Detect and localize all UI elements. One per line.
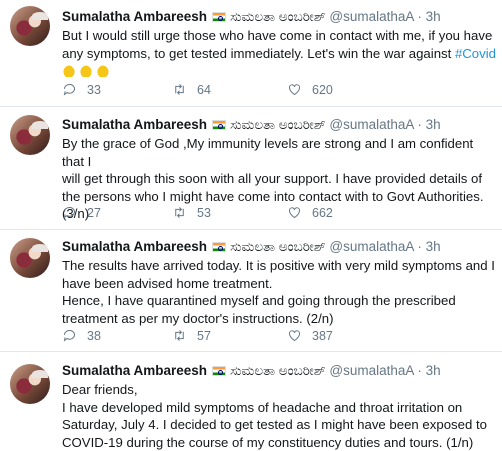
author-name[interactable]: Sumalatha Ambareesh (62, 363, 207, 378)
tweet[interactable]: Sumalatha Ambareesh ಸುಮಲತಾ ಅಂಬರೀಶ್ @sumal… (0, 0, 502, 107)
avatar[interactable] (10, 115, 50, 155)
tweet-header: Sumalatha Ambareesh ಸುಮಲತಾ ಅಂಬರೀಶ್ @sumal… (62, 117, 441, 133)
tweet-header: Sumalatha Ambareesh ಸುಮಲತಾ ಅಂಬರೀಶ್ @sumal… (62, 363, 441, 379)
retweet-button[interactable]: 64 (172, 82, 211, 97)
reply-icon (62, 82, 77, 97)
tweet-header: Sumalatha Ambareesh ಸುಮಲತಾ ಅಂಬರೀಶ್ @sumal… (62, 239, 441, 255)
separator: · (417, 363, 422, 378)
text-line: Dear friends, (62, 381, 496, 399)
tweet-text: The results have arrived today. It is po… (62, 257, 496, 327)
author-name-kannada: ಸುಮಲತಾ ಅಂಬರೀಶ್ (230, 117, 326, 132)
reply-button[interactable]: 33 (62, 82, 101, 97)
heart-icon (287, 328, 302, 343)
avatar[interactable] (10, 238, 50, 278)
tweet[interactable]: Sumalatha Ambareesh ಸುಮಲತಾ ಅಂಬರೀಶ್ @sumal… (0, 230, 502, 352)
retweet-count: 64 (197, 83, 211, 97)
timestamp[interactable]: 3h (426, 239, 441, 254)
author-name[interactable]: Sumalatha Ambareesh (62, 239, 207, 254)
author-name[interactable]: Sumalatha Ambareesh (62, 9, 207, 24)
heart-icon (287, 205, 302, 220)
retweet-icon (172, 82, 187, 97)
reply-count: 27 (87, 206, 101, 220)
tweet-actions: 33 64 620 (62, 82, 362, 100)
like-button[interactable]: 387 (287, 328, 333, 343)
tweet[interactable]: Sumalatha Ambareesh ಸುಮಲತಾ ಅಂಬರೀಶ್ @sumal… (0, 107, 502, 230)
text-line: I have developed mild symptoms of headac… (62, 399, 496, 417)
separator: · (417, 117, 422, 132)
like-button[interactable]: 620 (287, 82, 333, 97)
author-name-kannada: ಸುಮಲತಾ ಅಂಬರೀಶ್ (230, 239, 326, 254)
tweet[interactable]: Sumalatha Ambareesh ಸುಮಲತಾ ಅಂಬರೀಶ್ @sumal… (0, 352, 502, 450)
tweet-header: Sumalatha Ambareesh ಸುಮಲತಾ ಅಂಬರೀಶ್ @sumal… (62, 9, 441, 25)
reply-icon (62, 205, 77, 220)
india-flag-icon (212, 12, 226, 22)
like-button[interactable]: 662 (287, 205, 333, 220)
avatar[interactable] (10, 364, 50, 404)
india-flag-icon (212, 242, 226, 252)
retweet-icon (172, 205, 187, 220)
text-line: treatment as per my doctor's instruction… (62, 310, 496, 328)
tweet-feed: Sumalatha Ambareesh ಸುಮಲತಾ ಅಂಬರೀಶ್ @sumal… (0, 0, 502, 450)
retweet-button[interactable]: 57 (172, 328, 211, 343)
timestamp[interactable]: 3h (426, 117, 441, 132)
hashtag-link[interactable]: #Covid (455, 46, 496, 61)
text-fragment: any symptoms, to get tested immediately.… (62, 46, 455, 61)
author-name[interactable]: Sumalatha Ambareesh (62, 117, 207, 132)
heart-icon (287, 82, 302, 97)
timestamp[interactable]: 3h (426, 363, 441, 378)
folded-hands-emoji (96, 64, 110, 77)
text-line: will get through this soon with all your… (62, 170, 496, 188)
retweet-count: 53 (197, 206, 211, 220)
avatar[interactable] (10, 6, 50, 46)
text-line: Hence, I have quarantined myself and goi… (62, 292, 496, 310)
text-line: have been advised home treatment. (62, 275, 496, 293)
folded-hands-emoji (79, 64, 93, 77)
text-line: the persons who I might have come into c… (62, 188, 496, 206)
like-count: 662 (312, 206, 333, 220)
tweet-actions: 38 57 387 (62, 328, 362, 346)
text-line: By the grace of God ,My immunity levels … (62, 135, 496, 170)
author-handle[interactable]: @sumalathaA (329, 363, 413, 378)
like-count: 387 (312, 329, 333, 343)
separator: · (417, 239, 422, 254)
retweet-button[interactable]: 53 (172, 205, 211, 220)
text-line: The results have arrived today. It is po… (62, 257, 496, 275)
folded-hands-emoji (62, 64, 76, 77)
author-name-kannada: ಸುಮಲತಾ ಅಂಬರೀಶ್ (230, 363, 326, 378)
reply-count: 38 (87, 329, 101, 343)
author-handle[interactable]: @sumalathaA (329, 117, 413, 132)
like-count: 620 (312, 83, 333, 97)
tweet-text: But I would still urge those who have co… (62, 27, 496, 80)
text-line: any symptoms, to get tested immediately.… (62, 45, 496, 63)
text-line: Saturday, July 4. I decided to get teste… (62, 416, 496, 434)
emoji-row (62, 62, 496, 80)
separator: · (417, 9, 422, 24)
text-line: But I would still urge those who have co… (62, 27, 496, 45)
author-handle[interactable]: @sumalathaA (329, 9, 413, 24)
reply-count: 33 (87, 83, 101, 97)
india-flag-icon (212, 120, 226, 130)
tweet-text: Dear friends, I have developed mild symp… (62, 381, 496, 451)
timestamp[interactable]: 3h (426, 9, 441, 24)
reply-icon (62, 328, 77, 343)
reply-button[interactable]: 27 (62, 205, 101, 220)
retweet-icon (172, 328, 187, 343)
text-line: COVID-19 during the course of my constit… (62, 434, 496, 451)
retweet-count: 57 (197, 329, 211, 343)
author-name-kannada: ಸುಮಲತಾ ಅಂಬರೀಶ್ (230, 9, 326, 24)
author-handle[interactable]: @sumalathaA (329, 239, 413, 254)
tweet-actions: 27 53 662 (62, 205, 362, 223)
india-flag-icon (212, 366, 226, 376)
reply-button[interactable]: 38 (62, 328, 101, 343)
